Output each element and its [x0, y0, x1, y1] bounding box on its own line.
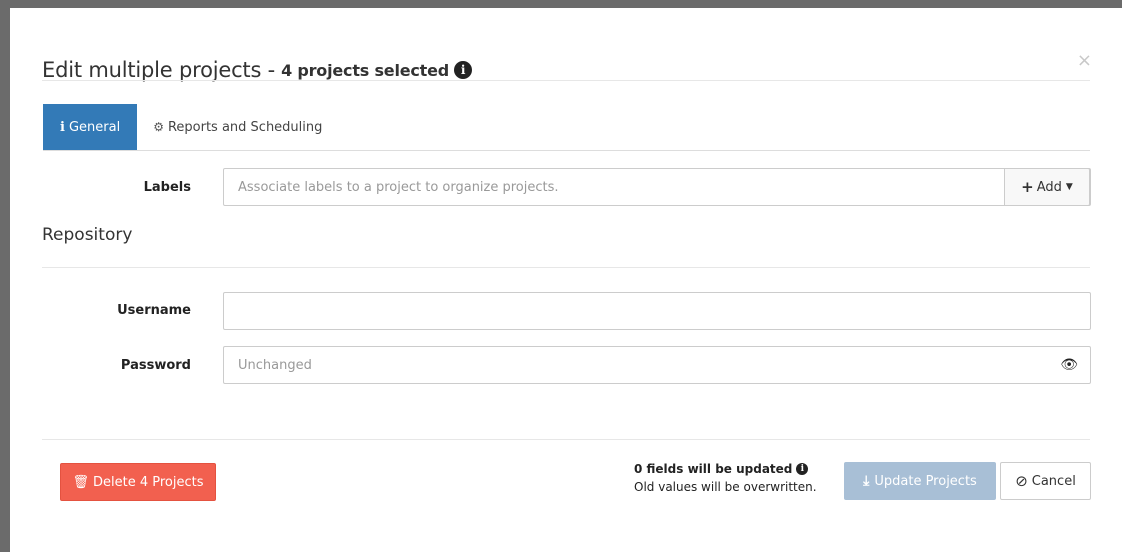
close-icon[interactable]: × [1077, 52, 1092, 70]
info-icon: i [60, 119, 65, 135]
fields-info: 0 fields will be updated [634, 462, 793, 476]
plus-icon: + [1021, 178, 1034, 196]
footer-divider [42, 439, 1090, 440]
tab-label: General [68, 119, 121, 135]
password-placeholder: Unchanged [238, 357, 312, 373]
update-label: Update Projects [874, 473, 977, 489]
info-icon[interactable]: i [454, 61, 473, 79]
labels-label: Labels [143, 180, 191, 195]
tab-label: Reports and Scheduling [167, 119, 323, 135]
gears-icon: ⚙ [153, 120, 164, 134]
update-info: 0 fields will be updated i Old values wi… [634, 460, 817, 496]
info-icon[interactable]: i [796, 463, 809, 475]
repository-heading: Repository [42, 225, 133, 245]
tab-divider [43, 150, 1090, 151]
add-label-text: Add [1036, 179, 1062, 195]
tab-reports-and-scheduling[interactable]: ⚙ Reports and Scheduling [137, 104, 338, 150]
overwrite-info: Old values will be overwritten. [634, 480, 817, 494]
title-divider [42, 80, 1090, 81]
ban-icon: ⊘ [1015, 472, 1028, 490]
tab-bar: i General ⚙ Reports and Scheduling [43, 104, 338, 150]
caret-down-icon: ▼ [1065, 182, 1073, 192]
username-label: Username [117, 303, 191, 318]
tab-general[interactable]: i General [43, 104, 138, 150]
cancel-label: Cancel [1031, 473, 1076, 489]
trash-icon: 🗑 [72, 474, 89, 490]
delete-projects-button[interactable]: 🗑 Delete 4 Projects [60, 463, 216, 501]
add-label-button[interactable]: + Add ▼ [1004, 168, 1090, 206]
username-input[interactable] [223, 292, 1091, 330]
delete-label: Delete 4 Projects [93, 474, 204, 490]
eye-icon[interactable]: 👁 [1060, 357, 1078, 373]
labels-input[interactable]: Associate labels to a project to organiz… [223, 168, 1091, 206]
password-input[interactable]: Unchanged 👁 [223, 346, 1091, 384]
edit-projects-modal: × Edit multiple projects - 4 projects se… [10, 8, 1122, 552]
section-divider [42, 267, 1090, 268]
download-icon: ⤓ [863, 473, 870, 489]
labels-placeholder: Associate labels to a project to organiz… [238, 179, 559, 195]
password-label: Password [120, 358, 191, 373]
modal-title: Edit multiple projects - 4 projects sele… [42, 58, 473, 82]
selection-count: 4 projects selected [281, 60, 450, 80]
modal-title-text: Edit multiple projects - [42, 58, 276, 82]
cancel-button[interactable]: ⊘ Cancel [1000, 462, 1091, 500]
update-projects-button[interactable]: ⤓ Update Projects [844, 462, 996, 500]
modal-backdrop [0, 0, 1122, 8]
